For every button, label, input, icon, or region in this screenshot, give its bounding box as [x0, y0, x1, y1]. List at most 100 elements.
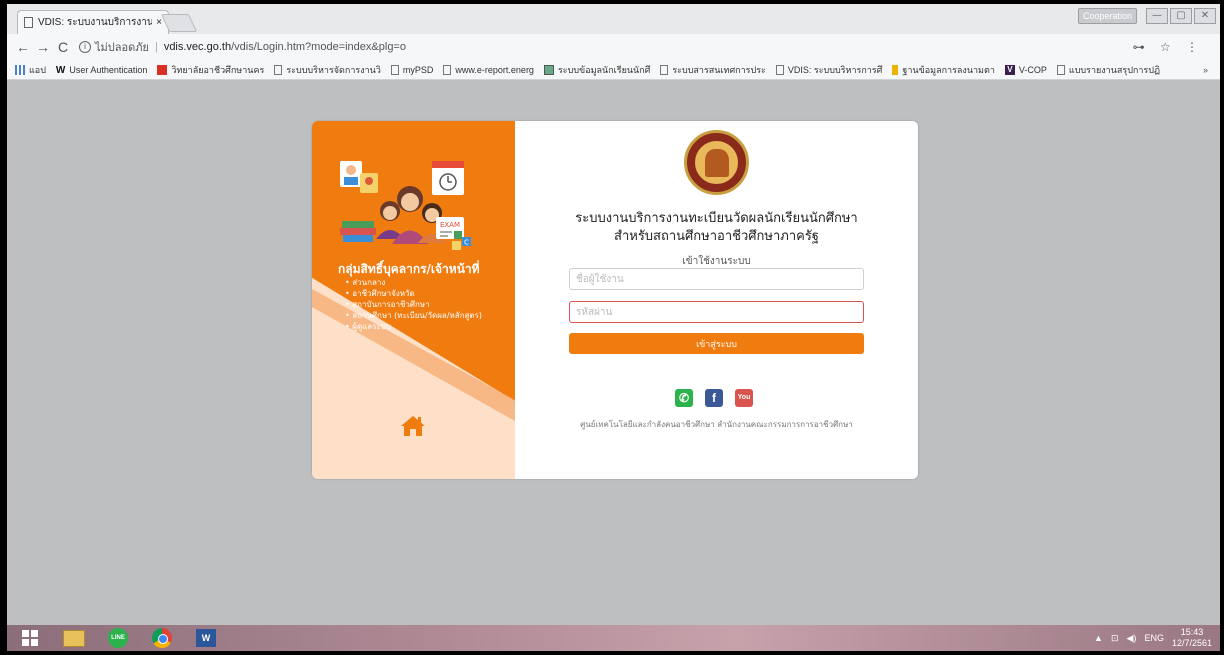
- screen: VDIS: ระบบงานบริการงานทะ × Cooperation —…: [7, 4, 1220, 651]
- image-icon: [543, 64, 554, 75]
- bookmark-label: V-COP: [1018, 64, 1047, 75]
- staff-exam-illustration: EXAM C: [340, 161, 471, 250]
- bookmarks-bar: แอป W User Authentication วิทยาลัยอาชีวศึ…: [7, 60, 1220, 80]
- login-card: EXAM C กลุ่มสิทธิ์บุคลากร/เจ้าหน้าที่ ส่…: [312, 121, 918, 479]
- page-icon: [443, 64, 452, 75]
- address-separator: |: [154, 41, 158, 53]
- url-path: /vdis/Login.htm?mode=index&plg=o: [231, 41, 406, 53]
- page-icon: [274, 64, 283, 75]
- folder-icon: [63, 629, 85, 647]
- youtube-icon[interactable]: You Tube: [735, 389, 753, 419]
- bookmark-label: ฐานข้อมูลการลงนามตา: [902, 64, 995, 75]
- medal-icon: [892, 64, 899, 75]
- page-icon: [24, 17, 33, 28]
- system-tray: ▲ ⊡ ◀) ENG 15:43 12/7/2561: [1094, 625, 1212, 651]
- login-heading: เข้าใช้งานระบบ: [682, 256, 751, 267]
- page-content: EXAM C กลุ่มสิทธิ์บุคลากร/เจ้าหน้าที่ ส่…: [7, 81, 1220, 625]
- close-window-button[interactable]: ✕: [1194, 8, 1216, 24]
- bookmark-label: myPSD: [402, 64, 434, 75]
- bookmark-item[interactable]: ระบบบริหารจัดการงานวิ: [274, 63, 381, 77]
- network-icon[interactable]: ⊡: [1111, 633, 1119, 644]
- bookmark-label: แบบรายงานสรุปการปฏิ: [1068, 64, 1161, 75]
- clock-time: 15:43: [1180, 627, 1204, 637]
- login-card-side-panel: EXAM C กลุ่มสิทธิ์บุคลากร/เจ้าหน้าที่ ส่…: [312, 121, 515, 479]
- security-label: ไม่ปลอดภัย: [95, 42, 149, 54]
- bookmark-item[interactable]: วิทยาลัยอาชีวศึกษานคร: [157, 63, 264, 77]
- page-icon: [1056, 64, 1065, 75]
- page-icon: [775, 64, 784, 75]
- page-icon: [660, 64, 669, 75]
- role-item: ผู้ดูแลระบบ: [345, 321, 482, 332]
- taskbar-word[interactable]: W: [189, 626, 223, 650]
- windows-taskbar: LINE W ▲ ⊡ ◀) ENG 15:43 12/7/2561: [7, 625, 1220, 651]
- bookmark-item[interactable]: www.e-report.energ: [443, 64, 534, 75]
- home-icon[interactable]: [400, 414, 426, 438]
- facebook-icon[interactable]: f: [705, 389, 723, 407]
- login-button[interactable]: เข้าสู่ระบบ: [569, 333, 864, 354]
- windows-logo-icon: [22, 630, 38, 646]
- bookmark-item[interactable]: ระบบสารสนเทศการประ: [660, 63, 766, 77]
- ovec-seal-logo: [684, 130, 749, 195]
- role-item: อาชีวศึกษาจังหวัด: [345, 288, 482, 299]
- chrome-icon: [152, 628, 172, 648]
- svg-text:C: C: [464, 239, 469, 247]
- start-button[interactable]: [13, 626, 47, 650]
- language-indicator[interactable]: ENG: [1144, 633, 1164, 643]
- maximize-button[interactable]: ▢: [1170, 8, 1192, 24]
- browser-tab-active[interactable]: VDIS: ระบบงานบริการงานทะ ×: [17, 10, 169, 34]
- taskbar-chrome[interactable]: [145, 626, 179, 650]
- clock[interactable]: 15:43 12/7/2561: [1172, 627, 1212, 649]
- apps-icon: [15, 64, 25, 75]
- minimize-button[interactable]: —: [1146, 8, 1168, 24]
- tray-arrow-icon[interactable]: ▲: [1094, 633, 1103, 643]
- forward-button[interactable]: →: [33, 39, 53, 55]
- taskbar-file-explorer[interactable]: [57, 626, 91, 650]
- url-host: vdis.vec.go.th: [163, 41, 232, 53]
- info-icon[interactable]: i: [79, 41, 91, 53]
- system-title-line2: สำหรับสถานศึกษาอาชีวศึกษาภาครัฐ: [614, 229, 819, 244]
- bookmark-item[interactable]: W User Authentication: [55, 64, 148, 76]
- back-button[interactable]: ←: [13, 39, 33, 55]
- bookmark-label: VDIS: ระบบบริหารการศึ: [787, 64, 883, 75]
- bookmark-item[interactable]: V V-COP: [1004, 64, 1047, 75]
- role-item: ส่วนกลาง: [345, 277, 482, 288]
- seal-core: [705, 149, 729, 177]
- svg-text:EXAM: EXAM: [440, 221, 460, 229]
- tab-title: VDIS: ระบบงานบริการงานทะ: [38, 17, 153, 28]
- bookmark-label: www.e-report.energ: [455, 64, 534, 75]
- address-bar-icons[interactable]: ⊶ ☆ ⋮: [1133, 40, 1204, 54]
- bookmark-apps[interactable]: แอป: [15, 63, 46, 77]
- username-input[interactable]: [569, 268, 864, 290]
- bookmarks-more-button[interactable]: »: [1203, 65, 1208, 75]
- seal-inner: [693, 139, 740, 186]
- line-app-icon: LINE: [108, 628, 128, 648]
- bookmark-item[interactable]: myPSD: [390, 64, 434, 75]
- social-links: ✆ f You Tube: [675, 389, 753, 419]
- clock-date: 12/7/2561: [1171, 638, 1212, 648]
- bookmark-label: User Authentication: [69, 64, 148, 75]
- w-icon: W: [55, 64, 66, 76]
- role-item: สถานศึกษา (ทะเบียน/วัดผล/หลักสูตร): [345, 310, 482, 321]
- v-icon: V: [1004, 64, 1015, 75]
- line-phone-icon[interactable]: ✆: [675, 389, 693, 407]
- bookmark-item[interactable]: แบบรายงานสรุปการปฏิ: [1056, 63, 1161, 77]
- bookmark-label: วิทยาลัยอาชีวศึกษานคร: [171, 64, 265, 75]
- address-bar[interactable]: i ไม่ปลอดภัย | vdis.vec.go.th /vdis/Logi…: [79, 37, 1214, 57]
- taskbar-line[interactable]: LINE: [101, 626, 135, 650]
- g-icon: [157, 64, 168, 75]
- reload-button[interactable]: C: [53, 39, 73, 55]
- role-item: สถาบันการอาชีวศึกษา: [345, 299, 482, 310]
- bookmark-item[interactable]: ฐานข้อมูลการลงนามตา: [892, 63, 995, 77]
- tab-close-button[interactable]: ×: [156, 17, 162, 28]
- role-list: ส่วนกลาง อาชีวศึกษาจังหวัด สถาบันการอาชี…: [345, 277, 482, 332]
- word-icon: W: [196, 629, 216, 647]
- profile-button[interactable]: Cooperation: [1077, 8, 1137, 24]
- browser-titlebar: VDIS: ระบบงานบริการงานทะ × Cooperation —…: [7, 4, 1220, 34]
- password-input[interactable]: [569, 301, 864, 323]
- bookmark-label: แอป: [29, 64, 46, 75]
- volume-icon[interactable]: ◀): [1127, 633, 1137, 644]
- bookmark-label: ระบบข้อมูลนักเรียนนักศึ: [557, 64, 651, 75]
- bookmark-item[interactable]: ระบบข้อมูลนักเรียนนักศึ: [543, 63, 651, 77]
- browser-toolbar: ← → C i ไม่ปลอดภัย | vdis.vec.go.th /vdi…: [7, 34, 1220, 60]
- bookmark-item[interactable]: VDIS: ระบบบริหารการศึ: [775, 63, 883, 77]
